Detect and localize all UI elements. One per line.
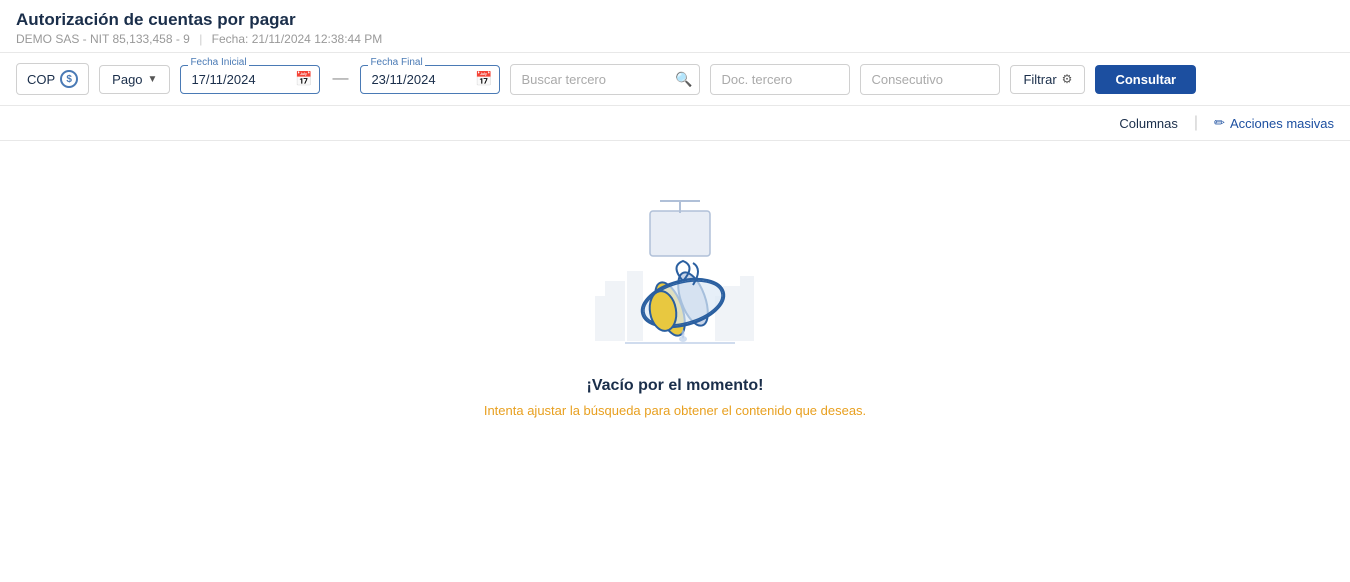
consultar-label: Consultar [1115,72,1176,87]
empty-illustration [575,181,775,361]
date-separator: — [332,70,348,88]
empty-title: ¡Vacío por el momento! [587,377,764,395]
doc-tercero-input[interactable] [710,64,850,95]
acciones-masivas-button[interactable]: ✏ Acciones masivas [1214,115,1334,131]
date-label: Fecha: 21/11/2024 12:38:44 PM [212,32,383,46]
columns-label: Columnas [1119,116,1178,131]
calendar-end-icon[interactable]: 📅 [475,71,492,88]
fecha-inicial-label: Fecha Inicial [188,57,248,68]
pago-label: Pago [112,72,142,87]
empty-subtitle: Intenta ajustar la búsqueda para obtener… [484,403,866,418]
filtrar-button[interactable]: Filtrar ⚙ [1010,65,1085,94]
pago-dropdown[interactable]: Pago ▼ [99,65,170,94]
consecutivo-input[interactable] [860,64,1000,95]
page-subtitle: DEMO SAS - NIT 85,133,458 - 9 | Fecha: 2… [16,32,1334,46]
consultar-button[interactable]: Consultar [1095,65,1196,94]
page-header: Autorización de cuentas por pagar DEMO S… [0,0,1350,53]
action-bar: Columnas | ✏ Acciones masivas [0,106,1350,141]
search-icon: 🔍 [675,71,692,88]
buscar-field: 🔍 [510,64,700,95]
toolbar: COP $ Pago ▼ Fecha Inicial 📅 — Fecha Fin… [0,53,1350,106]
filtrar-label: Filtrar [1023,72,1056,87]
fecha-inicial-field: Fecha Inicial 📅 [180,65,320,94]
page-title: Autorización de cuentas por pagar [16,10,1334,30]
calendar-icon[interactable]: 📅 [295,71,312,88]
chevron-down-icon: ▼ [148,74,158,85]
currency-label: COP [27,72,55,87]
columns-button[interactable]: Columnas [1119,116,1178,131]
vertical-separator: | [1194,114,1198,132]
fecha-final-label: Fecha Final [368,57,424,68]
acciones-label: Acciones masivas [1230,116,1334,131]
dollar-icon: $ [60,70,78,88]
buscar-input[interactable] [510,64,700,95]
fecha-final-field: Fecha Final 📅 [360,65,500,94]
currency-button[interactable]: COP $ [16,63,89,95]
filter-icon: ⚙ [1062,72,1073,86]
edit-icon: ✏ [1214,115,1225,131]
company-name: DEMO SAS - NIT 85,133,458 - 9 [16,32,190,46]
separator: | [199,32,202,46]
empty-state: ¡Vacío por el momento! Intenta ajustar l… [0,141,1350,448]
